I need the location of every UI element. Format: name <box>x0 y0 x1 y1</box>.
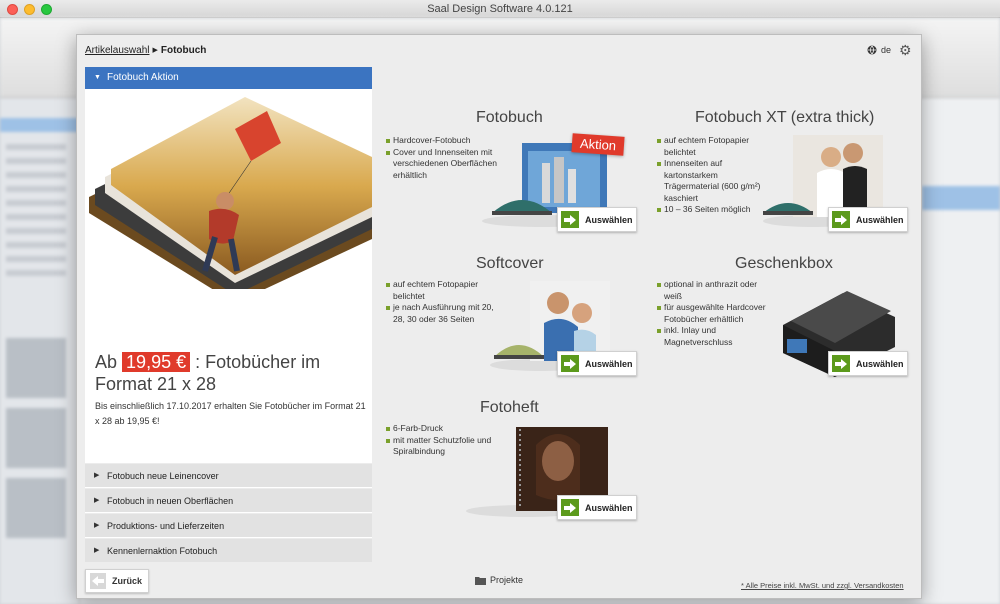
arrow-right-icon <box>561 499 579 516</box>
accordion-item-lieferzeiten[interactable]: ▶ Produktions- und Lieferzeiten <box>85 513 372 537</box>
feature-item: Innenseiten auf kartonstarkem Trägermate… <box>657 158 767 204</box>
photobook-stack-image <box>89 97 372 289</box>
breadcrumb-current: Fotobuch <box>160 45 207 56</box>
accordion-header-label: Fotobuch Aktion <box>107 72 179 83</box>
feature-item: auf echtem Fotopapier belichtet <box>657 135 767 158</box>
product-card-fotoheft: Fotoheft 6-Farb-Druck mit matter Schutzf… <box>382 395 637 523</box>
triangle-right-icon: ▶ <box>94 522 100 529</box>
product-title: Fotobuch <box>476 109 543 126</box>
back-button-label: Zurück <box>112 576 143 586</box>
zoom-window-button[interactable] <box>41 4 52 15</box>
arrow-right-icon <box>561 211 579 228</box>
breadcrumb: Artikelauswahl ▶ Fotobuch <box>85 45 206 56</box>
feature-item: inkl. Inlay und Magnetverschluss <box>657 325 777 348</box>
window-title: Saal Design Software 4.0.121 <box>427 3 573 15</box>
product-selection-dialog: Artikelauswahl ▶ Fotobuch de ⚙ ▼ Fotobuch … <box>76 34 922 599</box>
feature-item: auf echtem Fotopapier belichtet <box>386 279 506 302</box>
accordion-item-oberflaechen[interactable]: ▶ Fotobuch in neuen Oberflächen <box>85 488 372 512</box>
product-title: Geschenkbox <box>735 255 833 272</box>
product-card-geschenkbox: Geschenkbox optional in anthrazit oder w… <box>653 251 913 379</box>
close-window-button[interactable] <box>7 4 18 15</box>
accordion-item-leinencover[interactable]: ▶ Fotobuch neue Leinencover <box>85 463 372 487</box>
globe-icon <box>867 45 877 55</box>
feature-item: für ausgewählte Hardcover Fotobücher erh… <box>657 302 777 325</box>
product-card-softcover: Softcover auf echtem Fotopapier belichte… <box>382 251 637 379</box>
feature-list: auf echtem Fotopapier belichtet je nach … <box>386 279 506 325</box>
triangle-right-icon: ▶ <box>94 547 100 554</box>
select-button-label: Auswählen <box>856 214 904 225</box>
background-right-panel <box>922 98 1000 604</box>
select-button-label: Auswählen <box>585 502 633 513</box>
arrow-right-icon <box>561 355 579 372</box>
aktion-badge: Aktion <box>571 133 625 156</box>
product-card-fotobuch: Fotobuch Hardcover-Fotobuch Cover und In… <box>382 107 637 235</box>
language-label: de <box>881 45 892 55</box>
triangle-right-icon: ▶ <box>94 472 100 479</box>
feature-item: je nach Ausführung mit 20, 28, 30 oder 3… <box>386 302 506 325</box>
triangle-right-icon: ▶ <box>94 497 100 504</box>
product-title: Fotobuch XT (extra thick) <box>695 109 875 126</box>
feature-list: optional in anthrazit oder weiß für ausg… <box>657 279 777 348</box>
breadcrumb-link-artikelauswahl[interactable]: Artikelauswahl <box>85 45 149 56</box>
promo-title-prefix: Ab <box>95 352 118 372</box>
select-button-fotobuch-xt[interactable]: Auswählen <box>828 207 908 232</box>
product-title: Fotoheft <box>480 399 539 416</box>
product-title: Softcover <box>476 255 544 272</box>
gear-icon[interactable]: ⚙ <box>899 43 913 57</box>
triangle-down-icon: ▼ <box>94 74 101 81</box>
background-sidebar <box>0 98 80 604</box>
arrow-right-icon <box>832 355 850 372</box>
window-titlebar: Saal Design Software 4.0.121 <box>0 0 1000 18</box>
select-button-fotoheft[interactable]: Auswählen <box>557 495 637 520</box>
price-footnote-link[interactable]: * Alle Preise inkl. MwSt. und zzgl. Vers… <box>741 581 904 590</box>
minimize-window-button[interactable] <box>24 4 35 15</box>
select-button-label: Auswählen <box>585 358 633 369</box>
arrow-right-icon <box>832 211 850 228</box>
promo-description: Bis einschließlich 17.10.2017 erhalten S… <box>95 401 366 426</box>
feature-item: 10 – 36 Seiten möglich <box>657 204 767 216</box>
feature-list: auf echtem Fotopapier belichtet Innensei… <box>657 135 767 216</box>
accordion-item-label: Kennenlernaktion Fotobuch <box>107 546 218 556</box>
breadcrumb-separator-icon: ▶ <box>152 47 158 54</box>
select-button-label: Auswählen <box>856 358 904 369</box>
product-card-fotobuch-xt: Fotobuch XT (extra thick) auf echtem Fot… <box>653 107 913 235</box>
folder-icon <box>475 576 486 585</box>
select-button-label: Auswählen <box>585 214 633 225</box>
select-button-geschenkbox[interactable]: Auswählen <box>828 351 908 376</box>
language-selector[interactable]: de <box>867 45 891 55</box>
accordion-item-label: Fotobuch neue Leinencover <box>107 471 219 481</box>
select-button-softcover[interactable]: Auswählen <box>557 351 637 376</box>
promo-panel: ▼ Fotobuch Aktion Ab 19,95 € : Fotobüche… <box>85 67 372 562</box>
promo-title: Ab 19,95 € : Fotobücher im Format 21 x 2… <box>95 351 365 395</box>
accordion-item-label: Produktions- und Lieferzeiten <box>107 521 225 531</box>
feature-item: optional in anthrazit oder weiß <box>657 279 777 302</box>
accordion-header-fotobuch-aktion[interactable]: ▼ Fotobuch Aktion <box>85 67 372 89</box>
accordion-item-label: Fotobuch in neuen Oberflächen <box>107 496 234 506</box>
arrow-left-icon <box>90 573 106 589</box>
promo-price-badge: 19,95 € <box>122 352 191 372</box>
back-button[interactable]: Zurück <box>85 569 149 593</box>
accordion-item-kennenlernaktion[interactable]: ▶ Kennenlernaktion Fotobuch <box>85 538 372 562</box>
accordion-list: ▶ Fotobuch neue Leinencover ▶ Fotobuch in … <box>85 463 372 563</box>
projects-label: Projekte <box>490 575 524 585</box>
select-button-fotobuch[interactable]: Auswählen <box>557 207 637 232</box>
projects-link[interactable]: Projekte <box>475 575 523 585</box>
